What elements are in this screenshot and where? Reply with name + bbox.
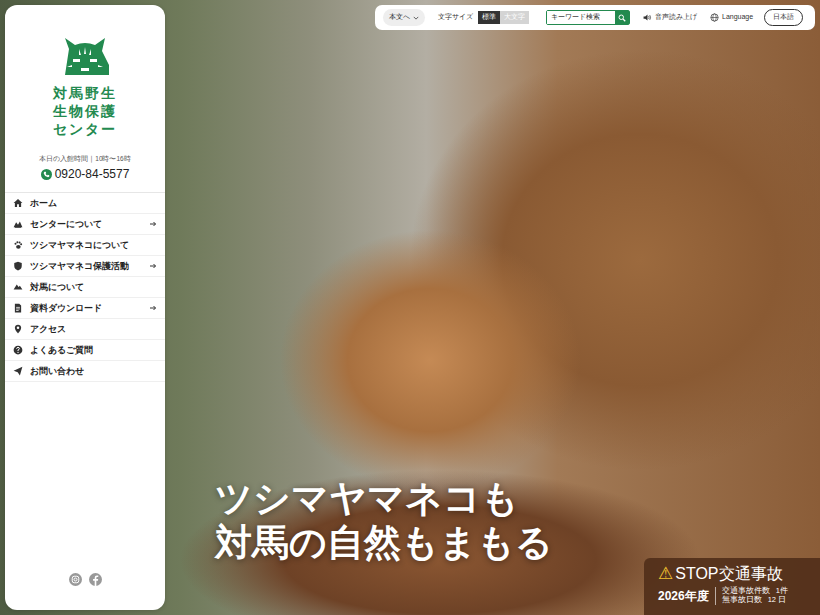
facebook-icon[interactable] — [89, 573, 102, 586]
font-size-label: 文字サイズ — [438, 12, 473, 23]
font-size-button[interactable]: 標準 — [478, 11, 500, 23]
accident-year: 2026年度 — [658, 587, 716, 605]
phone[interactable]: 0920-84-5577 — [5, 165, 165, 183]
warning-icon: ⚠ — [658, 564, 673, 584]
accident-stat: 無事故日数 12 日 — [722, 596, 788, 605]
menu-item[interactable]: よくあるご質問 — [5, 340, 165, 361]
document-icon — [13, 303, 23, 313]
language-label: Language — [722, 12, 753, 23]
search-box — [546, 10, 630, 25]
font-size-button[interactable]: 大文字 — [500, 11, 529, 23]
main-menu: ホームセンターについてツシマヤマネコについてツシマヤマネコ保護活動対馬について資… — [5, 192, 165, 382]
accident-title: ⚠STOP交通事故 — [658, 564, 812, 584]
phone-number: 0920-84-5577 — [55, 165, 130, 183]
menu-item[interactable]: アクセス — [5, 319, 165, 340]
question-icon — [13, 345, 23, 355]
menu-label: お問い合わせ — [30, 365, 142, 378]
page: 対馬野生生物保護センター本日の入館時間｜10時〜16時0920-84-5577 ホ… — [0, 0, 820, 615]
hero-line: ツシマヤマネコも — [215, 477, 815, 520]
stat-value: 1件 — [776, 587, 788, 596]
skip-label: 本文へ — [389, 12, 410, 23]
read-aloud-label: 音声読み上げ — [655, 12, 697, 23]
logo-icon — [59, 35, 111, 77]
arrow-icon — [149, 220, 157, 228]
stat-label: 無事故日数 — [722, 596, 762, 605]
logo[interactable]: 対馬野生生物保護センター — [5, 5, 165, 140]
menu-label: アクセス — [30, 323, 142, 336]
paw-icon — [13, 240, 23, 250]
search-icon — [618, 14, 626, 22]
menu-item[interactable]: 対馬について — [5, 277, 165, 298]
shield-icon — [13, 261, 23, 271]
opening-hours: 本日の入館時間｜10時〜16時 — [5, 154, 165, 164]
menu-item[interactable]: センターについて — [5, 214, 165, 235]
home-icon — [13, 198, 23, 208]
social-links — [5, 573, 165, 610]
menu-label: ホーム — [30, 197, 142, 210]
speaker-icon — [643, 13, 652, 22]
arrow-icon — [149, 304, 157, 312]
menu-label: センターについて — [30, 218, 142, 231]
site-title-line: 対馬野生 — [53, 85, 117, 103]
font-size-group: 標準大文字 — [478, 11, 529, 23]
mountain-icon — [13, 282, 23, 292]
globe-icon — [710, 13, 719, 22]
stat-label: 交通事故件数 — [722, 587, 770, 596]
chevron-down-icon — [413, 15, 419, 21]
menu-label: ツシマヤマネコについて — [30, 239, 142, 252]
menu-label: ツシマヤマネコ保護活動 — [30, 260, 142, 273]
menu-label: よくあるご質問 — [30, 344, 142, 357]
utility-bar: 本文へ 文字サイズ標準大文字 音声読み上げ Language 日本語 — [375, 5, 815, 30]
menu-item[interactable]: ツシマヤマネコについて — [5, 235, 165, 256]
read-aloud-button[interactable]: 音声読み上げ — [643, 12, 697, 23]
skip-link[interactable]: 本文へ — [383, 9, 425, 26]
accident-title-text: STOP交通事故 — [675, 565, 782, 583]
main-area: 本文へ文字サイズ標準大文字音声読み上げLanguage日本語ツシマヤマネコも対馬… — [175, 5, 815, 610]
site-title-line: センター — [53, 121, 117, 139]
accident-row: 2026年度交通事故件数 1件無事故日数 12 日 — [658, 587, 812, 605]
stat-value: 12 日 — [768, 596, 786, 605]
phone-icon — [41, 169, 52, 180]
menu-label: 対馬について — [30, 281, 142, 294]
map-pin-icon — [13, 324, 23, 334]
search-input[interactable] — [547, 11, 615, 24]
menu-item[interactable]: ホーム — [5, 193, 165, 214]
menu-label: 資料ダウンロード — [30, 302, 142, 315]
instagram-icon[interactable] — [69, 573, 82, 586]
accident-stat: 交通事故件数 1件 — [722, 587, 788, 596]
search-button[interactable] — [615, 11, 629, 24]
site-title: 対馬野生生物保護センター — [53, 85, 117, 140]
accident-counter[interactable]: ⚠STOP交通事故 2026年度交通事故件数 1件無事故日数 12 日 — [644, 558, 820, 615]
site-title-line: 生物保護 — [53, 103, 117, 121]
language-selector[interactable]: Language — [710, 12, 753, 23]
menu-item[interactable]: 資料ダウンロード — [5, 298, 165, 319]
sidebar: 対馬野生生物保護センター本日の入館時間｜10時〜16時0920-84-5577 ホ… — [5, 5, 165, 610]
menu-item[interactable]: お問い合わせ — [5, 361, 165, 382]
language-button[interactable]: 日本語 — [764, 9, 803, 26]
accident-stats: 交通事故件数 1件無事故日数 12 日 — [722, 587, 788, 604]
send-icon — [13, 366, 23, 376]
building-icon — [13, 219, 23, 229]
arrow-icon — [149, 262, 157, 270]
menu-item[interactable]: ツシマヤマネコ保護活動 — [5, 256, 165, 277]
